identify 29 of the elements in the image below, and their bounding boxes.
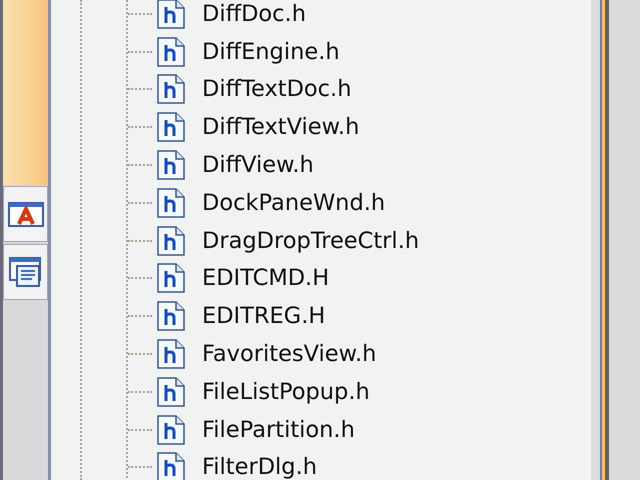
- pages-tab-button[interactable]: [3, 244, 48, 300]
- tree-item[interactable]: EDITREG.H: [202, 303, 326, 330]
- tree-item[interactable]: FilePartition.h: [202, 416, 355, 443]
- font-tab-button[interactable]: [3, 186, 48, 242]
- tree-item[interactable]: EDITCMD.H: [202, 265, 330, 292]
- header-file-icon: [157, 150, 185, 180]
- header-file-icon: [157, 36, 185, 67]
- header-file-icon: [157, 188, 185, 218]
- tree-item[interactable]: FileListPopup.h: [202, 378, 370, 405]
- header-file-icon: [157, 376, 185, 407]
- tree-item[interactable]: DragDropTreeCtrl.h: [202, 228, 420, 254]
- tree-item[interactable]: FilterDlg.h: [202, 454, 317, 480]
- header-file-icon: [157, 74, 185, 104]
- header-file-icon: [157, 112, 185, 142]
- document-icon: [8, 255, 44, 289]
- header-file-icon: [157, 339, 185, 370]
- header-file-icon: [157, 301, 185, 332]
- tree-item[interactable]: DockPaneWnd.h: [202, 190, 386, 216]
- tree-item[interactable]: DiffTextDoc.h: [202, 76, 352, 102]
- tree-item[interactable]: DiffTextView.h: [202, 114, 360, 140]
- header-file-icon: [157, 263, 185, 294]
- tree-item[interactable]: DiffDoc.h: [202, 0, 306, 27]
- header-file-icon: [157, 226, 185, 256]
- tree-item[interactable]: DiffEngine.h: [202, 38, 340, 65]
- tree-item[interactable]: DiffView.h: [202, 152, 314, 178]
- font-icon: [8, 200, 44, 228]
- tree-item[interactable]: FavoritesView.h: [202, 341, 376, 368]
- splitter-bar[interactable]: [600, 0, 609, 480]
- header-file-icon: [157, 414, 185, 445]
